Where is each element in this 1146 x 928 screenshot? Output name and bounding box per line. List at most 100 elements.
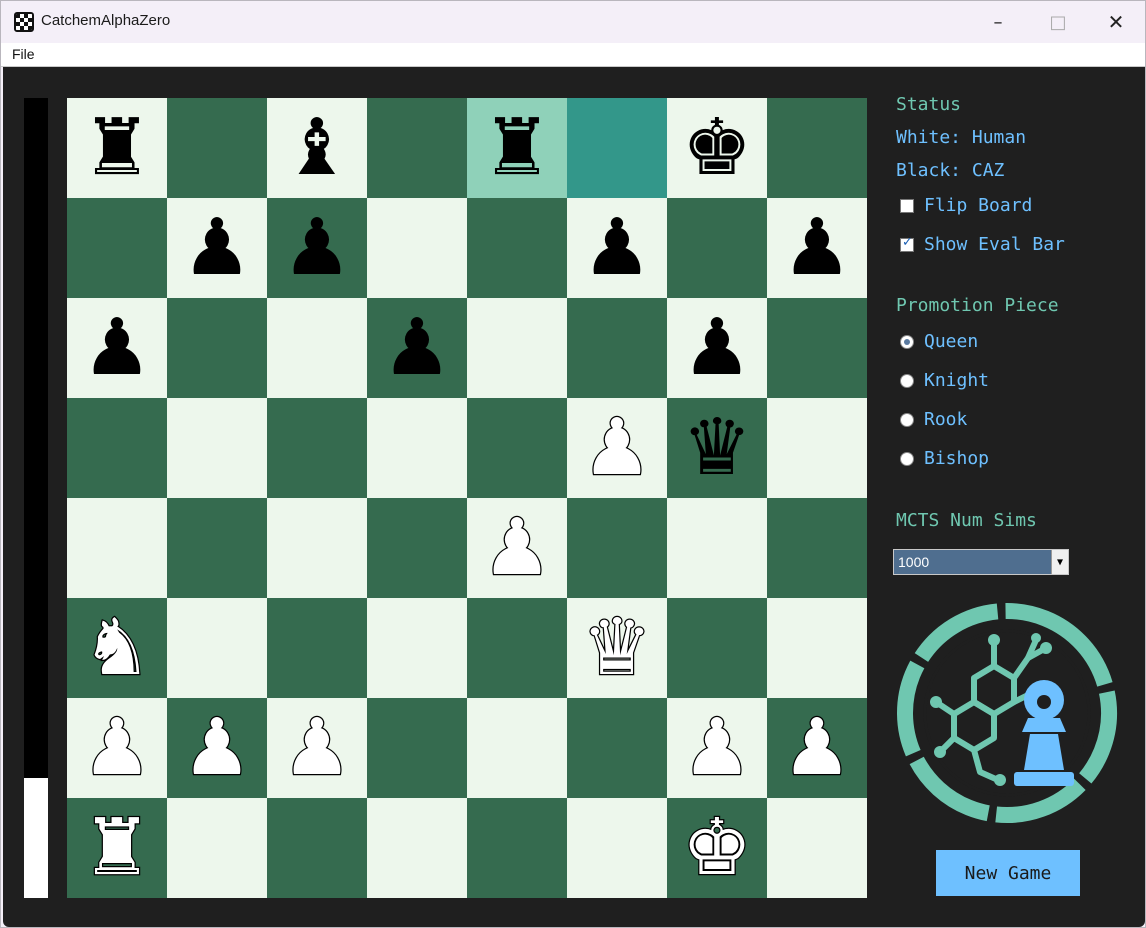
square-d6[interactable]: ♟ [367, 298, 467, 398]
square-b4[interactable] [167, 498, 267, 598]
square-b7[interactable]: ♟ [167, 198, 267, 298]
square-c1[interactable] [267, 798, 367, 898]
square-g1[interactable]: ♚ [667, 798, 767, 898]
square-e7[interactable] [467, 198, 567, 298]
square-g7[interactable] [667, 198, 767, 298]
square-f3[interactable]: ♛ [567, 598, 667, 698]
black-pawn-icon[interactable]: ♟ [682, 309, 752, 387]
square-b6[interactable] [167, 298, 267, 398]
square-g6[interactable]: ♟ [667, 298, 767, 398]
square-a5[interactable] [67, 398, 167, 498]
black-bishop-icon[interactable]: ♝ [282, 109, 352, 187]
promotion-radio-knight[interactable]: Knight [900, 370, 989, 391]
square-a6[interactable]: ♟ [67, 298, 167, 398]
square-g2[interactable]: ♟ [667, 698, 767, 798]
white-pawn-icon[interactable]: ♟ [181, 708, 253, 789]
square-b8[interactable] [167, 98, 267, 198]
black-rook-icon[interactable]: ♜ [482, 109, 552, 187]
square-f5[interactable]: ♟ [567, 398, 667, 498]
black-pawn-icon[interactable]: ♟ [82, 309, 152, 387]
promotion-radio-queen-dot[interactable] [900, 334, 914, 349]
white-rook-icon[interactable]: ♜ [81, 808, 153, 889]
mcts-sims-select[interactable]: 1000 ▼ [893, 549, 1069, 575]
white-pawn-icon[interactable]: ♟ [81, 708, 153, 789]
white-pawn-icon[interactable]: ♟ [581, 408, 653, 489]
square-a2[interactable]: ♟ [67, 698, 167, 798]
square-e8[interactable]: ♜ [467, 98, 567, 198]
square-e5[interactable] [467, 398, 567, 498]
square-e1[interactable] [467, 798, 567, 898]
square-f8[interactable] [567, 98, 667, 198]
square-a8[interactable]: ♜ [67, 98, 167, 198]
square-a3[interactable]: ♞ [67, 598, 167, 698]
square-d1[interactable] [367, 798, 467, 898]
square-c3[interactable] [267, 598, 367, 698]
show-eval-bar-checkbox-box[interactable] [900, 235, 914, 252]
square-g3[interactable] [667, 598, 767, 698]
square-c8[interactable]: ♝ [267, 98, 367, 198]
square-h3[interactable] [767, 598, 867, 698]
square-h6[interactable] [767, 298, 867, 398]
square-g4[interactable] [667, 498, 767, 598]
black-king-icon[interactable]: ♚ [682, 109, 752, 187]
square-h5[interactable] [767, 398, 867, 498]
promotion-radio-rook-dot[interactable] [900, 412, 914, 427]
title-bar[interactable]: CatchemAlphaZero – □ ✕ [1, 1, 1145, 43]
square-g8[interactable]: ♚ [667, 98, 767, 198]
square-d4[interactable] [367, 498, 467, 598]
square-b1[interactable] [167, 798, 267, 898]
square-c6[interactable] [267, 298, 367, 398]
square-d2[interactable] [367, 698, 467, 798]
black-queen-icon[interactable]: ♛ [682, 409, 752, 487]
black-pawn-icon[interactable]: ♟ [182, 209, 252, 287]
black-pawn-icon[interactable]: ♟ [782, 209, 852, 287]
black-pawn-icon[interactable]: ♟ [382, 309, 452, 387]
chess-board[interactable]: ♜ ♝ ♜ ♚ ♟ ♟ ♟ ♟ ♟ ♟ ♟ ♟ ♛ ♟ ♞ ♛ ♟ ♟ ♟ ♟ ♟ ♜ ♚ [67, 98, 867, 898]
square-e6[interactable] [467, 298, 567, 398]
black-pawn-icon[interactable]: ♟ [282, 209, 352, 287]
chevron-down-icon[interactable]: ▼ [1051, 550, 1068, 574]
promotion-radio-bishop[interactable]: Bishop [900, 448, 989, 469]
square-d7[interactable] [367, 198, 467, 298]
square-f4[interactable] [567, 498, 667, 598]
square-h4[interactable] [767, 498, 867, 598]
black-rook-icon[interactable]: ♜ [82, 109, 152, 187]
promotion-radio-bishop-dot[interactable] [900, 451, 914, 466]
white-queen-icon[interactable]: ♛ [581, 608, 653, 689]
maximize-button[interactable]: □ [1029, 1, 1087, 43]
black-pawn-icon[interactable]: ♟ [582, 209, 652, 287]
square-f1[interactable] [567, 798, 667, 898]
square-h1[interactable] [767, 798, 867, 898]
minimize-button[interactable]: – [969, 1, 1027, 43]
square-h7[interactable]: ♟ [767, 198, 867, 298]
square-a1[interactable]: ♜ [67, 798, 167, 898]
square-f6[interactable] [567, 298, 667, 398]
white-pawn-icon[interactable]: ♟ [681, 708, 753, 789]
square-d3[interactable] [367, 598, 467, 698]
promotion-radio-queen[interactable]: Queen [900, 331, 978, 352]
promotion-radio-knight-dot[interactable] [900, 373, 914, 388]
square-d8[interactable] [367, 98, 467, 198]
white-pawn-icon[interactable]: ♟ [481, 508, 553, 589]
white-pawn-icon[interactable]: ♟ [281, 708, 353, 789]
white-knight-icon[interactable]: ♞ [81, 608, 153, 689]
show-eval-bar-checkbox[interactable]: Show Eval Bar [900, 234, 1065, 255]
square-c4[interactable] [267, 498, 367, 598]
square-f2[interactable] [567, 698, 667, 798]
flip-board-checkbox-box[interactable] [900, 198, 914, 213]
square-g5[interactable]: ♛ [667, 398, 767, 498]
white-pawn-icon[interactable]: ♟ [781, 708, 853, 789]
square-h2[interactable]: ♟ [767, 698, 867, 798]
close-button[interactable]: ✕ [1087, 1, 1145, 43]
square-b2[interactable]: ♟ [167, 698, 267, 798]
square-c5[interactable] [267, 398, 367, 498]
square-c7[interactable]: ♟ [267, 198, 367, 298]
square-h8[interactable] [767, 98, 867, 198]
white-king-icon[interactable]: ♚ [681, 808, 753, 889]
square-e4[interactable]: ♟ [467, 498, 567, 598]
flip-board-checkbox[interactable]: Flip Board [900, 195, 1032, 216]
square-b5[interactable] [167, 398, 267, 498]
menu-file[interactable]: File [12, 46, 35, 62]
square-a7[interactable] [67, 198, 167, 298]
promotion-radio-rook[interactable]: Rook [900, 409, 967, 430]
